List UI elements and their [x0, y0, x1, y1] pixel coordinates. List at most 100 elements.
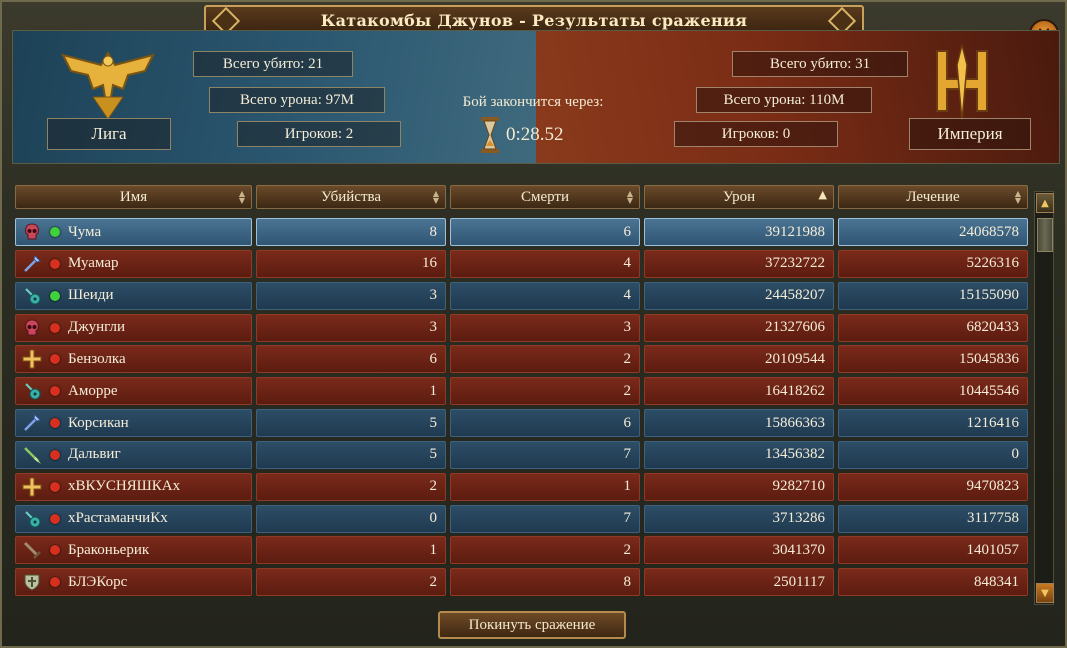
healing-cell: 24068578	[838, 218, 1028, 246]
player-name: хВКУСНЯШКАх	[68, 478, 181, 495]
table-row[interactable]: Чума 8 6 39121988 24068578	[15, 218, 1032, 246]
damage-cell: 37232722	[644, 249, 834, 278]
damage-cell: 15866363	[644, 409, 834, 438]
sort-ascending-icon: ▲	[818, 188, 827, 201]
column-header-damage[interactable]: Урон ▲	[644, 185, 834, 209]
scrollbar[interactable]: ▲ ▼	[1034, 191, 1054, 605]
kills-cell: 8	[256, 218, 446, 246]
kills-cell: 2	[256, 568, 446, 597]
damage-cell: 13456382	[644, 440, 834, 469]
skull-icon	[22, 222, 42, 242]
table-header: Имя ▲ ▼ Убийства ▲ ▼ Смерти ▲ ▼ Урон ▲ Лече…	[15, 185, 1032, 209]
column-header-kills[interactable]: Убийства ▲ ▼	[256, 185, 446, 209]
table-row[interactable]: БЛЭКорс 2 8 2501117 848341	[15, 568, 1032, 597]
healing-cell: 1216416	[838, 409, 1028, 438]
deaths-cell: 7	[450, 440, 640, 469]
sort-arrows-icon: ▲ ▼	[626, 189, 633, 205]
staff-icon	[22, 254, 42, 274]
hourglass-icon	[481, 117, 499, 153]
shield-icon	[22, 572, 42, 592]
lute-icon	[22, 509, 42, 529]
player-name: Шеиди	[68, 287, 114, 304]
battle-results-window: Катакомбы Джунов - Результаты сражения ✕…	[0, 0, 1067, 648]
deaths-cell: 6	[450, 218, 640, 246]
player-name-cell: БЛЭКорс	[15, 568, 252, 597]
player-name: хРастаманчиКх	[68, 510, 168, 527]
player-name-cell: Джунгли	[15, 313, 252, 342]
sort-arrows-icon: ▲ ▼	[432, 189, 439, 205]
window-title: Катакомбы Джунов - Результаты сражения	[320, 10, 748, 30]
deaths-cell: 3	[450, 313, 640, 342]
table-row[interactable]: хВКУСНЯШКАх 2 1 9282710 9470823	[15, 472, 1032, 501]
column-header-deaths[interactable]: Смерти ▲ ▼	[450, 185, 640, 209]
column-header-healing[interactable]: Лечение ▲ ▼	[838, 185, 1028, 209]
table-row[interactable]: Муамар 16 4 37232722 5226316	[15, 249, 1032, 278]
kills-cell: 1	[256, 536, 446, 565]
table-row[interactable]: хРастаманчиКх 0 7 3713286 3117758	[15, 504, 1032, 533]
sort-arrows-icon: ▲ ▼	[238, 189, 245, 205]
player-name: Бензолка	[68, 350, 126, 367]
empire-players: Игроков: 0	[674, 121, 838, 147]
deaths-cell: 2	[450, 377, 640, 406]
league-name: Лига	[47, 118, 171, 150]
player-name: Аморре	[68, 382, 118, 399]
offline-status-icon	[50, 449, 60, 460]
offline-status-icon	[50, 258, 60, 269]
table-row[interactable]: Корсикан 5 6 15866363 1216416	[15, 409, 1032, 438]
leave-battle-button[interactable]: Покинуть сражение	[438, 611, 626, 639]
healing-cell: 9470823	[838, 472, 1028, 501]
table-row[interactable]: Браконьерик 1 2 3041370 1401057	[15, 536, 1032, 565]
league-total-kills: Всего убито: 21	[193, 51, 353, 77]
battle-timer: 0:28.52	[480, 116, 564, 154]
deaths-cell: 7	[450, 504, 640, 533]
player-name: БЛЭКорс	[68, 573, 128, 590]
healing-cell: 15045836	[838, 345, 1028, 374]
damage-cell: 39121988	[644, 218, 834, 246]
scroll-up-icon[interactable]: ▲	[1036, 193, 1054, 213]
player-name: Муамар	[68, 255, 119, 272]
deaths-cell: 4	[450, 249, 640, 278]
column-header-name[interactable]: Имя ▲ ▼	[15, 185, 252, 209]
player-name: Дальвиг	[68, 446, 121, 463]
kills-cell: 5	[256, 409, 446, 438]
table-body: Чума 8 6 39121988 24068578 Муамар 16 4 37232722 5…	[12, 218, 1032, 597]
damage-cell: 9282710	[644, 472, 834, 501]
sword-icon	[22, 540, 42, 560]
spear-icon	[22, 445, 42, 465]
deaths-cell: 8	[450, 568, 640, 597]
player-name-cell: Чума	[15, 218, 252, 246]
table-row[interactable]: Бензолка 6 2 20109544 15045836	[15, 345, 1032, 374]
league-players: Игроков: 2	[237, 121, 401, 147]
healing-cell: 15155090	[838, 281, 1028, 310]
deaths-cell: 2	[450, 345, 640, 374]
kills-cell: 3	[256, 313, 446, 342]
table-row[interactable]: Аморре 1 2 16418262 10445546	[15, 377, 1032, 406]
staff-icon	[22, 413, 42, 433]
offline-status-icon	[50, 481, 60, 492]
damage-cell: 3713286	[644, 504, 834, 533]
offline-status-icon	[50, 386, 60, 397]
lute-icon	[22, 381, 42, 401]
player-name: Чума	[68, 223, 102, 240]
table-row[interactable]: Шеиди 3 4 24458207 15155090	[15, 281, 1032, 310]
healing-cell: 10445546	[838, 377, 1028, 406]
table-row[interactable]: Джунгли 3 3 21327606 6820433	[15, 313, 1032, 342]
results-table: Имя ▲ ▼ Убийства ▲ ▼ Смерти ▲ ▼ Урон ▲ Лече…	[12, 185, 1032, 605]
damage-cell: 16418262	[644, 377, 834, 406]
online-status-icon	[50, 290, 60, 301]
kills-cell: 5	[256, 440, 446, 469]
table-row[interactable]: Дальвиг 5 7 13456382 0	[15, 440, 1032, 469]
healing-cell: 5226316	[838, 249, 1028, 278]
scroll-thumb[interactable]	[1037, 218, 1053, 252]
healing-cell: 6820433	[838, 313, 1028, 342]
deaths-cell: 2	[450, 536, 640, 565]
healing-cell: 848341	[838, 568, 1028, 597]
league-total-damage: Всего урона: 97M	[209, 87, 385, 113]
player-name-cell: Муамар	[15, 249, 252, 278]
empire-total-kills: Всего убито: 31	[732, 51, 908, 77]
player-name-cell: Аморре	[15, 377, 252, 406]
player-name: Джунгли	[68, 319, 126, 336]
deaths-cell: 1	[450, 472, 640, 501]
scroll-down-icon[interactable]: ▼	[1036, 583, 1054, 603]
player-name-cell: Корсикан	[15, 409, 252, 438]
